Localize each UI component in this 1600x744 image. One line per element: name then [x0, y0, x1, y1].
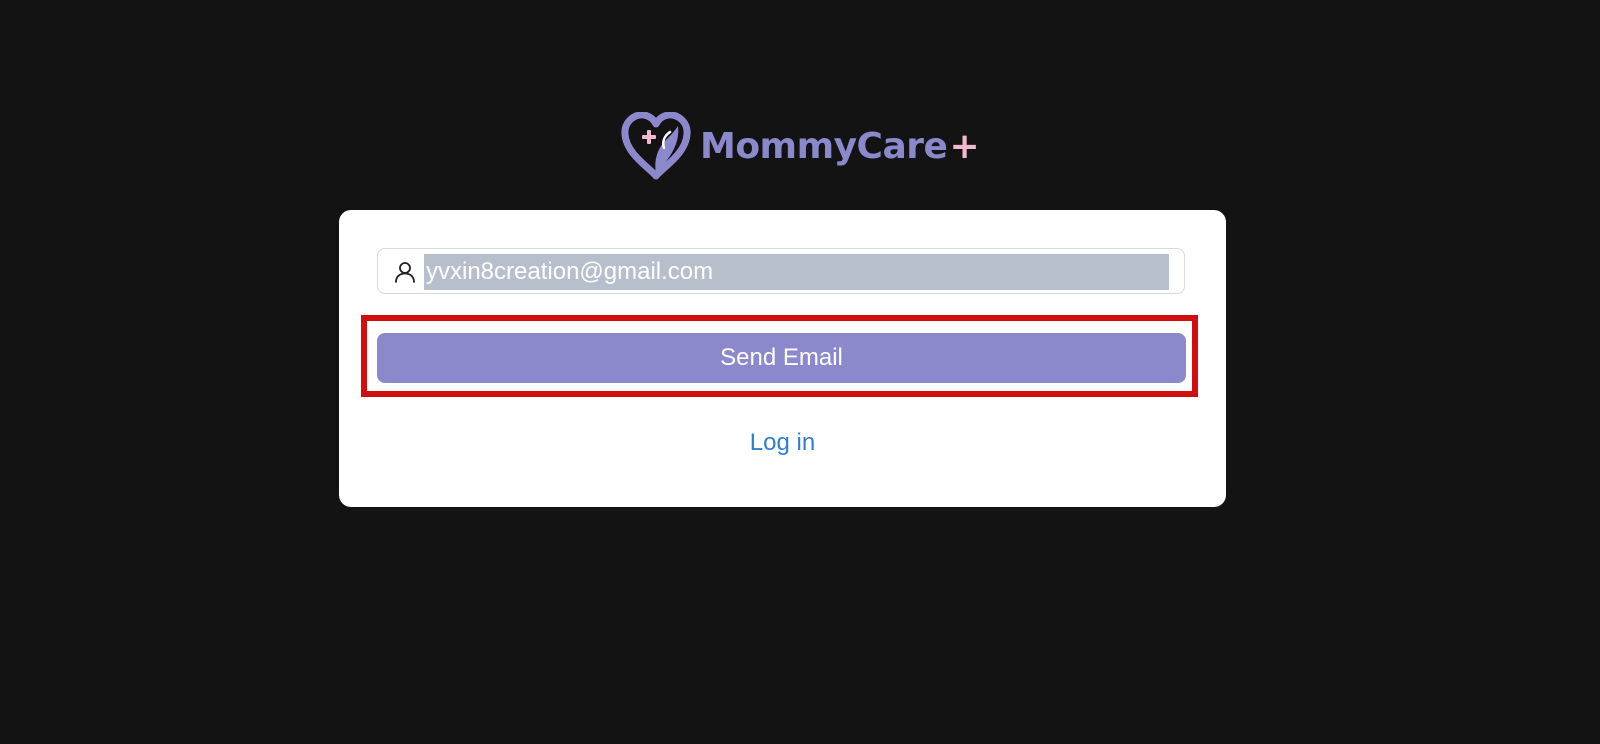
page: MommyCare+ Send Email Log in [0, 0, 1600, 744]
email-field-wrapper [377, 248, 1185, 294]
brand-name: MommyCare + [700, 125, 980, 167]
brand-name-text: MommyCare [700, 125, 948, 167]
brand-logo: MommyCare + [620, 112, 980, 180]
heart-plus-icon [621, 112, 691, 180]
reset-password-card: Send Email Log in [339, 210, 1226, 507]
user-icon [395, 262, 415, 283]
send-email-button[interactable]: Send Email [377, 333, 1186, 383]
login-link[interactable]: Log in [339, 429, 1226, 457]
brand-plus: + [949, 125, 980, 167]
email-field[interactable] [424, 254, 1169, 290]
